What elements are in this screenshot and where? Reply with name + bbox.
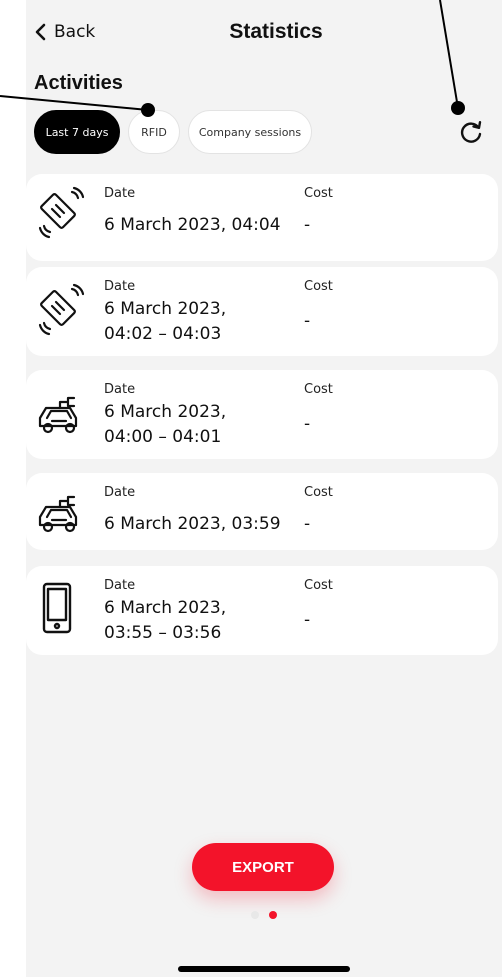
date-label: Date — [104, 186, 136, 201]
filter-chip-rfid[interactable]: RFID — [128, 110, 180, 154]
activity-card[interactable]: Date 6 March 2023, 03:59 Cost - — [26, 473, 498, 550]
date-value: 6 March 2023, 03:59 — [104, 514, 281, 534]
date-value-line1: 6 March 2023, — [104, 598, 227, 618]
export-button[interactable]: EXPORT — [192, 843, 334, 891]
cost-label: Cost — [304, 279, 333, 294]
page-title: Statistics — [229, 20, 323, 43]
cost-value: - — [304, 414, 311, 434]
date-label: Date — [104, 578, 136, 593]
electric-car-icon — [38, 396, 78, 434]
filter-chip-company-sessions[interactable]: Company sessions — [188, 110, 312, 154]
activity-card[interactable]: Date 6 March 2023, 04:02 – 04:03 Cost - — [26, 267, 498, 356]
activity-card[interactable]: Date 6 March 2023, 04:04 Cost - — [26, 174, 498, 261]
cost-label: Cost — [304, 578, 333, 593]
date-value-line2: 04:02 – 04:03 — [104, 324, 222, 344]
date-value: 6 March 2023, 04:04 — [104, 215, 281, 235]
cost-value: - — [304, 311, 311, 331]
date-value-line1: 6 March 2023, — [104, 299, 227, 319]
nav-header: Back Statistics — [26, 14, 502, 54]
filter-chips: Last 7 days RFID Company sessions — [34, 110, 312, 154]
statistics-screen: Back Statistics Activities Last 7 days R… — [26, 0, 502, 977]
cost-label: Cost — [304, 485, 333, 500]
home-indicator[interactable] — [178, 966, 350, 972]
rfid-card-icon — [38, 283, 85, 336]
cost-value: - — [304, 610, 311, 630]
page-indicator — [251, 911, 277, 919]
date-label: Date — [104, 382, 136, 397]
rfid-card-icon — [38, 186, 85, 239]
electric-car-icon — [38, 495, 78, 533]
date-value-line2: 04:00 – 04:01 — [104, 427, 222, 447]
page-dot[interactable] — [251, 911, 259, 919]
cost-value: - — [304, 215, 311, 235]
date-label: Date — [104, 485, 136, 500]
activity-card[interactable]: Date 6 March 2023, 04:00 – 04:01 Cost - — [26, 370, 498, 459]
date-label: Date — [104, 279, 136, 294]
cost-label: Cost — [304, 186, 333, 201]
filter-chip-last-7-days[interactable]: Last 7 days — [34, 110, 120, 154]
date-value-line2: 03:55 – 03:56 — [104, 623, 222, 643]
refresh-icon[interactable] — [456, 118, 486, 148]
section-title: Activities — [34, 72, 123, 94]
smartphone-icon — [42, 582, 72, 634]
date-value-line1: 6 March 2023, — [104, 402, 227, 422]
cost-label: Cost — [304, 382, 333, 397]
cost-value: - — [304, 514, 311, 534]
page-dot-active[interactable] — [269, 911, 277, 919]
activity-card[interactable]: Date 6 March 2023, 03:55 – 03:56 Cost - — [26, 566, 498, 655]
